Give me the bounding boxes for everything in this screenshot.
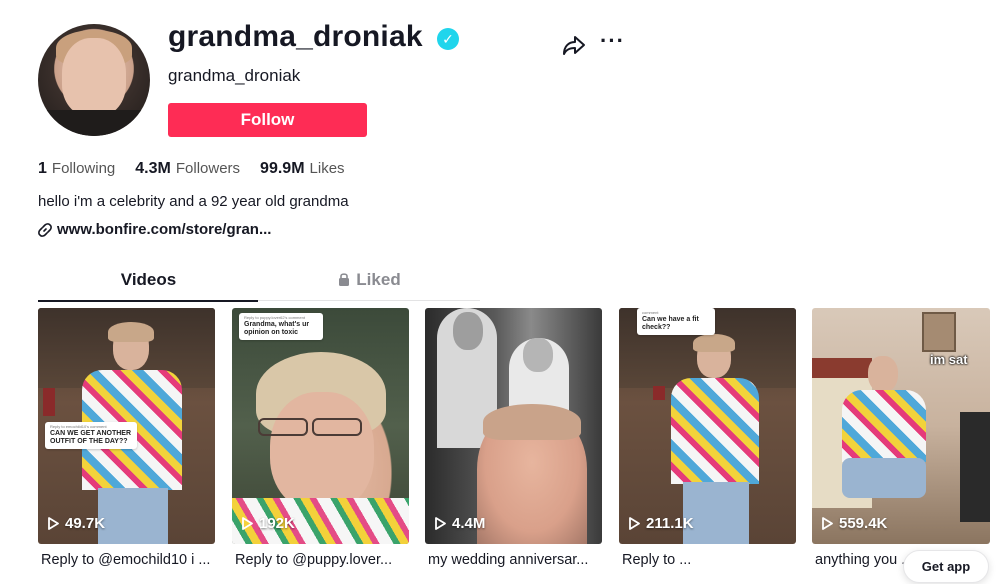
get-app-button[interactable]: Get app	[903, 550, 989, 583]
profile-tabs: Videos Liked	[38, 262, 480, 302]
video-card[interactable]: Reply to emochild10's comment CAN WE GET…	[38, 308, 215, 544]
play-icon	[435, 517, 446, 530]
view-count-value: 211.1K	[646, 515, 694, 532]
tab-liked[interactable]: Liked	[259, 262, 480, 300]
view-count-value: 192K	[259, 515, 295, 532]
view-count: 211.1K	[629, 515, 694, 532]
stat-followers[interactable]: 4.3M Followers	[135, 160, 240, 178]
view-count-value: 4.4M	[452, 515, 486, 532]
bubble-text: Grandma, what's ur opinion on toxic	[244, 320, 310, 336]
reply-bubble: Reply to emochild10's comment CAN WE GET…	[45, 422, 137, 449]
stat-likes-label: Likes	[309, 160, 345, 177]
video-card[interactable]: im sat 559.4K	[812, 308, 990, 544]
reply-bubble: Reply to puppy.lover62's comment Grandma…	[239, 313, 323, 340]
stat-following[interactable]: 1 Following	[38, 160, 115, 178]
video-card[interactable]: Reply to puppy.lover62's comment Grandma…	[232, 308, 409, 544]
video-overlay-text: im sat	[930, 352, 968, 367]
video-grid: Reply to emochild10's comment CAN WE GET…	[38, 308, 990, 568]
follow-button[interactable]: Follow	[168, 103, 367, 137]
tab-videos[interactable]: Videos	[38, 262, 259, 302]
video-caption[interactable]: Reply to ...	[622, 552, 799, 568]
profile-nickname: grandma_droniak	[168, 66, 301, 85]
stat-following-value: 1	[38, 160, 47, 177]
play-icon	[242, 517, 253, 530]
view-count-value: 49.7K	[65, 515, 106, 532]
view-count: 4.4M	[435, 515, 485, 532]
profile-link-text: www.bonfire.com/store/gran...	[57, 221, 272, 238]
video-caption[interactable]: Reply to @emochild10 i ...	[41, 552, 218, 568]
profile-avatar[interactable]	[38, 24, 150, 136]
view-count: 192K	[242, 515, 295, 532]
lock-icon	[339, 273, 350, 286]
stat-followers-label: Followers	[175, 160, 241, 177]
profile-bio: hello i'm a celebrity and a 92 year old …	[38, 193, 349, 210]
more-options-icon[interactable]: ···	[600, 30, 628, 56]
stat-likes: 99.9M Likes	[260, 160, 345, 178]
stat-likes-value: 99.9M	[260, 160, 305, 177]
play-icon	[822, 517, 833, 530]
share-icon[interactable]	[561, 34, 587, 56]
profile-stats: 1 Following 4.3M Followers 99.9M Likes	[38, 160, 365, 178]
video-caption[interactable]: Reply to @puppy.lover...	[235, 552, 412, 568]
avatar-face	[62, 38, 126, 116]
bubble-text: CAN WE GET ANOTHER OUTFIT OF THE DAY??	[50, 429, 132, 445]
link-icon	[38, 222, 52, 237]
tab-liked-label: Liked	[356, 270, 401, 289]
stat-followers-value: 4.3M	[135, 160, 171, 177]
play-icon	[48, 517, 59, 530]
view-count-value: 559.4K	[839, 515, 888, 532]
bubble-text: Can we have a fit check??	[642, 315, 699, 331]
video-caption[interactable]: my wedding anniversar...	[428, 552, 605, 568]
tab-videos-label: Videos	[120, 270, 177, 289]
video-card[interactable]: 4.4M	[425, 308, 602, 544]
avatar-shirt	[38, 110, 150, 136]
stat-following-label: Following	[51, 160, 116, 177]
view-count: 49.7K	[48, 515, 105, 532]
profile-link[interactable]: www.bonfire.com/store/gran...	[38, 221, 271, 238]
profile-username: grandma_droniak	[168, 20, 423, 53]
view-count: 559.4K	[822, 515, 887, 532]
video-caption[interactable]: anything you ...	[815, 552, 905, 568]
play-icon	[629, 517, 640, 530]
verified-check-icon: ✓	[437, 28, 459, 50]
video-card[interactable]: comment Can we have a fit check?? 211.1K	[619, 308, 796, 544]
reply-bubble: comment Can we have a fit check??	[637, 308, 715, 335]
